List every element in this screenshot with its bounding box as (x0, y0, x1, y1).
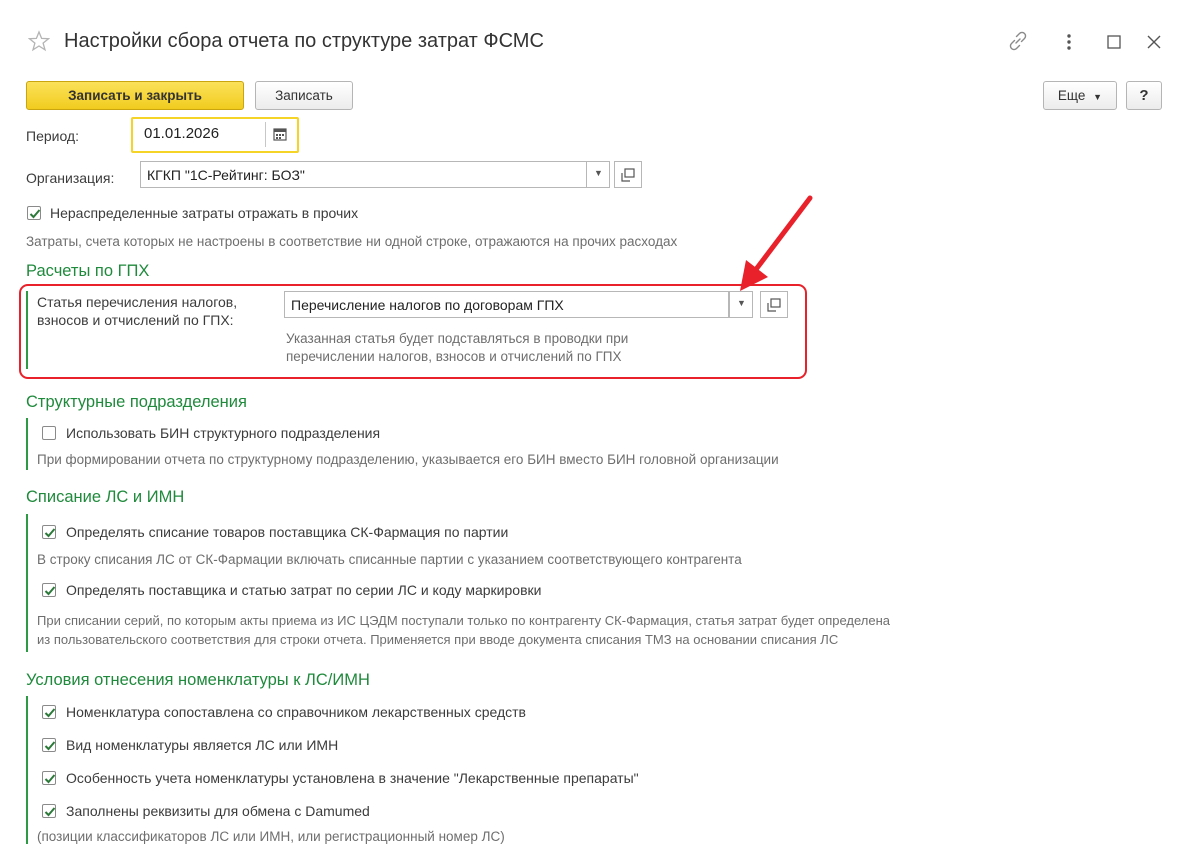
condition-1-checkbox[interactable] (42, 705, 56, 719)
gph-hint-line2: перечислении налогов, взносов и отчислен… (286, 349, 622, 364)
writeoff-item2-hint-line1: При списании серий, по которым акты прие… (37, 613, 891, 628)
condition-2-checkbox[interactable] (42, 738, 56, 752)
condition-3-label[interactable]: Особенность учета номенклатуры установле… (66, 770, 639, 786)
calendar-icon[interactable] (273, 127, 287, 141)
conditions-hint: (позиции классификаторов ЛС или ИМН, или… (37, 829, 505, 844)
unallocated-label[interactable]: Нераспределенные затраты отражать в проч… (50, 205, 358, 221)
subdivisions-hint: При формировании отчета по структурному … (37, 452, 779, 467)
close-icon[interactable] (1147, 35, 1161, 49)
writeoff-section-title: Списание ЛС и ИМН (26, 488, 185, 506)
gph-hint-line1: Указанная статья будет подставляться в п… (286, 331, 629, 346)
unallocated-checkbox[interactable] (27, 206, 41, 220)
writeoff-item2-checkbox[interactable] (42, 583, 56, 597)
writeoff-item1-checkbox[interactable] (42, 525, 56, 539)
writeoff-section-bar (26, 514, 28, 652)
annotation-arrow (740, 195, 813, 291)
save-and-close-button[interactable]: Записать и закрыть (26, 81, 244, 110)
conditions-section-bar (26, 696, 28, 844)
condition-2-label[interactable]: Вид номенклатуры является ЛС или ИМН (66, 737, 338, 753)
writeoff-item1-label[interactable]: Определять списание товаров поставщика С… (66, 524, 508, 540)
chevron-down-icon: ▼ (594, 168, 603, 178)
use-bin-checkbox[interactable] (42, 426, 56, 440)
period-label: Период: (26, 128, 79, 144)
writeoff-item2-label[interactable]: Определять поставщика и статью затрат по… (66, 582, 541, 598)
gph-section-title: Расчеты по ГПХ (26, 262, 150, 280)
organization-dropdown-button[interactable]: ▼ (586, 161, 610, 188)
more-button[interactable]: Еще ▼ (1043, 81, 1117, 110)
gph-label-line2: взносов и отчислений по ГПХ: (37, 312, 234, 328)
condition-4-label[interactable]: Заполнены реквизиты для обмена с Damumed (66, 803, 370, 819)
subdivisions-section-title: Структурные подразделения (26, 393, 247, 411)
maximize-icon[interactable] (1107, 35, 1121, 49)
conditions-section-title: Условия отнесения номенклатуры к ЛС/ИМН (26, 671, 370, 689)
use-bin-label[interactable]: Использовать БИН структурного подразделе… (66, 425, 380, 441)
more-vertical-icon[interactable] (1064, 32, 1074, 52)
organization-label: Организация: (26, 170, 115, 186)
period-divider (265, 122, 266, 147)
condition-4-checkbox[interactable] (42, 804, 56, 818)
organization-input[interactable]: КГКП "1С-Рейтинг: БОЗ" (140, 161, 587, 188)
gph-article-input[interactable]: Перечисление налогов по договорам ГПХ (284, 291, 729, 318)
more-button-label: Еще (1057, 88, 1086, 103)
subdivisions-section-bar (26, 418, 28, 470)
save-button[interactable]: Записать (255, 81, 353, 110)
writeoff-item2-hint-line2: из пользовательского соответствия для ст… (37, 632, 839, 647)
organization-open-button[interactable] (614, 161, 642, 188)
organization-value: КГКП "1С-Рейтинг: БОЗ" (147, 167, 305, 183)
condition-1-label[interactable]: Номенклатура сопоставлена со справочнико… (66, 704, 526, 720)
open-form-icon (621, 168, 635, 182)
favorite-star-icon[interactable] (27, 30, 51, 52)
gph-label-line1: Статья перечисления налогов, (37, 294, 238, 310)
help-button[interactable]: ? (1126, 81, 1162, 110)
condition-3-checkbox[interactable] (42, 771, 56, 785)
unallocated-hint: Затраты, счета которых не настроены в со… (26, 234, 678, 249)
window-title: Настройки сбора отчета по структуре затр… (64, 30, 544, 52)
gph-section-bar (26, 291, 28, 369)
writeoff-item1-hint: В строку списания ЛС от СК-Фармации вклю… (37, 552, 742, 567)
gph-article-value: Перечисление налогов по договорам ГПХ (291, 297, 564, 313)
link-icon[interactable] (1005, 28, 1031, 54)
chevron-down-icon: ▼ (1093, 92, 1103, 102)
period-input[interactable]: 01.01.2026 (144, 125, 219, 142)
open-form-icon (767, 298, 781, 312)
